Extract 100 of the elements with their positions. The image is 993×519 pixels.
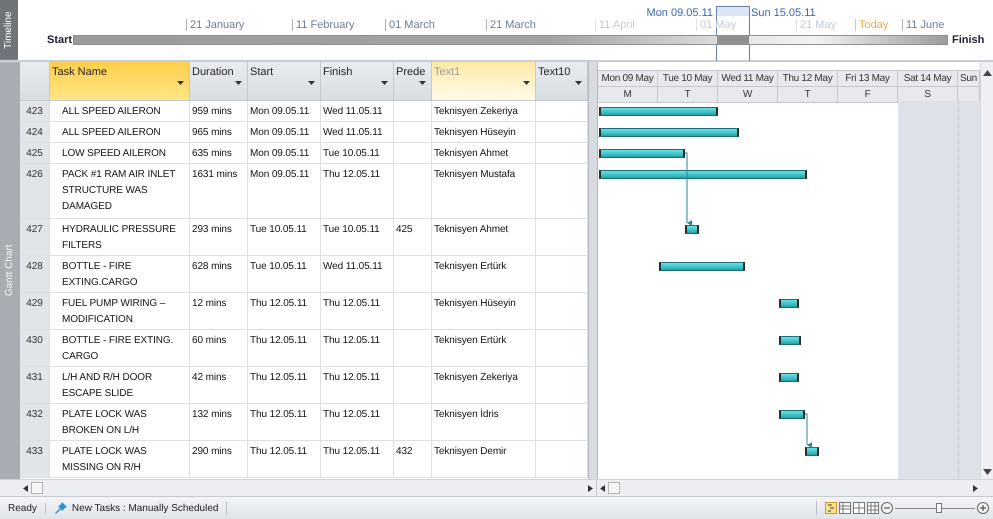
zoom-slider[interactable] — [895, 501, 975, 515]
task-bar[interactable] — [805, 446, 819, 456]
task-bar[interactable] — [779, 298, 799, 308]
dropdown-icon[interactable] — [381, 80, 388, 85]
gantt-view-icon[interactable] — [825, 502, 837, 514]
row-number[interactable]: 426 — [20, 164, 50, 218]
day-header: Mon 09 May — [598, 70, 658, 87]
table-cell: Thu 12.05.11 — [248, 330, 321, 366]
weekday-letter: T — [778, 86, 838, 103]
table-cell: Mon 09.05.11 — [248, 142, 321, 163]
scroll-right-icon[interactable] — [973, 484, 978, 492]
scroll-left-icon[interactable] — [600, 484, 605, 492]
weekday-letter: W — [718, 86, 778, 103]
table-cell: PACK #1 RAM AIR INLET STRUCTURE WAS DAMAGED — [50, 164, 190, 218]
day-header: Wed 11 May — [718, 70, 778, 87]
scrollbar[interactable] — [980, 62, 993, 480]
table-cell: Teknisyen İdris — [432, 404, 536, 440]
pin-icon — [54, 501, 68, 515]
table-cell: Tue 10.05.11 — [248, 256, 321, 292]
row-number[interactable]: 427 — [20, 218, 50, 255]
row-number[interactable]: 431 — [20, 366, 50, 403]
row-number[interactable]: 428 — [20, 256, 50, 292]
timeline-date: 11 June — [902, 19, 944, 31]
row-number[interactable]: 432 — [20, 404, 50, 440]
column-header[interactable]: Task Name — [50, 62, 190, 100]
table-cell: Teknisyen Demir — [432, 440, 536, 477]
task-bar[interactable] — [779, 410, 805, 419]
timeline-date: 11 February — [292, 19, 354, 31]
task-bar[interactable] — [599, 106, 718, 116]
grid-view-icon[interactable] — [867, 502, 879, 514]
table-cell: Thu 12.05.11 — [248, 404, 321, 440]
scroll-thumb[interactable] — [608, 482, 620, 494]
task-bar[interactable] — [685, 224, 699, 234]
day-header: Tue 10 May — [658, 70, 718, 87]
table-cell: Mon 09.05.11 — [248, 164, 321, 218]
row-number[interactable]: 433 — [20, 440, 50, 477]
column-header[interactable]: Text10 — [536, 62, 588, 100]
column-header[interactable]: Duration — [190, 62, 248, 100]
column-header[interactable]: Prede — [394, 62, 432, 100]
dropdown-icon[interactable] — [523, 80, 530, 85]
scroll-down-icon[interactable] — [982, 469, 992, 476]
weekday-letter: T — [658, 86, 718, 103]
dependency-arrow — [804, 413, 812, 448]
zoom-in-icon[interactable] — [977, 502, 989, 514]
table-cell: 42 mins — [190, 366, 248, 403]
zoom-out-icon[interactable] — [881, 502, 893, 514]
dropdown-icon[interactable] — [419, 80, 426, 85]
form-view-icon[interactable] — [853, 502, 865, 514]
day-header: Fri 13 May — [838, 70, 898, 87]
table-cell: Teknisyen Ahmet — [432, 218, 536, 255]
window-end-date: Sun 15.05.11 — [751, 7, 816, 19]
table-cell: BOTTLE - FIRE EXTING. CARGO — [50, 330, 190, 366]
table-cell: Teknisyen Zekeriya — [432, 100, 536, 121]
row-number[interactable]: 424 — [20, 122, 50, 142]
table-cell: 293 mins — [190, 218, 248, 255]
table-cell: Mon 09.05.11 — [248, 100, 321, 121]
scroll-up-icon[interactable] — [982, 70, 992, 76]
table-cell: Wed 11.05.11 — [321, 100, 394, 121]
table-cell: LOW SPEED AILERON — [50, 142, 190, 163]
dropdown-icon[interactable] — [177, 80, 184, 85]
table-cell: Teknisyen Ertürk — [432, 256, 536, 292]
column-header[interactable]: Finish — [321, 62, 394, 100]
timeline-start: Start — [47, 34, 72, 46]
table-cell: PLATE LOCK WAS MISSING ON R/H — [50, 440, 190, 477]
table-cell: 425 — [394, 218, 432, 255]
row-number[interactable]: 425 — [20, 142, 50, 163]
column-header[interactable]: Start — [248, 62, 321, 100]
task-bar[interactable] — [659, 262, 745, 271]
scroll-left-icon[interactable] — [23, 484, 28, 492]
row-number[interactable]: 423 — [20, 100, 50, 121]
day-header: Sun — [958, 70, 980, 87]
dropdown-icon[interactable] — [235, 80, 242, 85]
table-cell: Thu 12.05.11 — [321, 164, 394, 218]
task-bar[interactable] — [599, 148, 685, 158]
timeline-date: 21 January — [186, 19, 244, 31]
table-cell: 959 mins — [190, 100, 248, 121]
table-cell: 60 mins — [190, 330, 248, 366]
task-bar[interactable] — [599, 128, 739, 137]
table-cell: Wed 11.05.11 — [321, 256, 394, 292]
row-number[interactable]: 430 — [20, 330, 50, 366]
table-cell: Thu 12.05.11 — [321, 440, 394, 477]
scroll-thumb[interactable] — [31, 482, 43, 494]
table-cell: Thu 12.05.11 — [321, 292, 394, 329]
scroll-right-icon[interactable] — [588, 484, 593, 492]
table-cell: BOTTLE - FIRE EXTING.CARGO — [50, 256, 190, 292]
table-cell: Teknisyen Ahmet — [432, 142, 536, 163]
dropdown-icon[interactable] — [308, 80, 315, 85]
table-cell: ALL SPEED AILERON — [50, 122, 190, 142]
table-cell: Teknisyen Hüseyin — [432, 292, 536, 329]
table-cell: Teknisyen Ertürk — [432, 330, 536, 366]
table-cell: Tue 10.05.11 — [321, 142, 394, 163]
new-tasks-mode[interactable]: New Tasks : Manually Scheduled — [72, 502, 218, 514]
table-cell: Thu 12.05.11 — [321, 404, 394, 440]
status-text: Ready — [0, 502, 46, 514]
task-bar[interactable] — [779, 372, 799, 382]
row-number[interactable]: 429 — [20, 292, 50, 329]
sheet-view-icon[interactable] — [839, 502, 851, 514]
dropdown-icon[interactable] — [575, 80, 582, 85]
day-header: Thu 12 May — [778, 70, 838, 87]
task-bar[interactable] — [779, 336, 801, 345]
